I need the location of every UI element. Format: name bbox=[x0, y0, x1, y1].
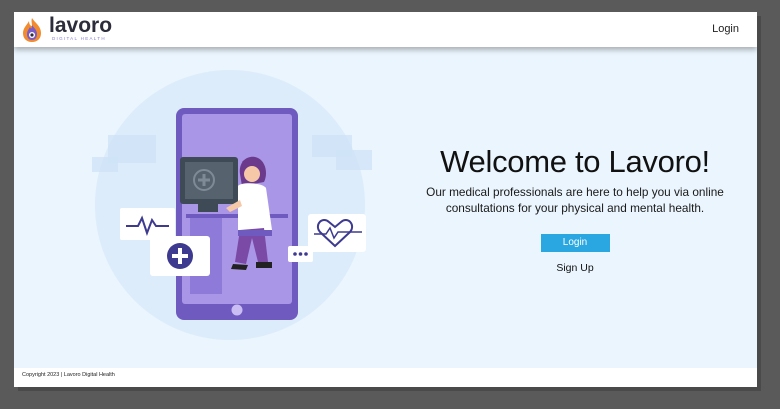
flame-logo-icon bbox=[23, 18, 41, 42]
page-footer: Copyright 2023 | Lavoro Digital Health bbox=[14, 368, 757, 387]
brand-logo[interactable]: lavoro DIGITAL HEALTH bbox=[21, 14, 121, 43]
desk-top bbox=[186, 214, 288, 218]
app-window: lavoro DIGITAL HEALTH Login Welcome to L… bbox=[14, 12, 757, 387]
hero-description-line: consultations for your physical and ment… bbox=[445, 201, 705, 215]
sign-up-link[interactable]: Sign Up bbox=[399, 262, 751, 274]
floating-panel bbox=[92, 157, 118, 172]
top-navigation-bar: lavoro DIGITAL HEALTH Login bbox=[14, 12, 757, 47]
brand-tagline: DIGITAL HEALTH bbox=[52, 36, 106, 41]
welcome-hero: Welcome to Lavoro! Our medical professio… bbox=[399, 142, 751, 274]
heartbeat-card bbox=[120, 208, 175, 240]
chat-dots-icon bbox=[293, 252, 308, 256]
chair-seat bbox=[238, 230, 272, 236]
hero-description: Our medical professionals are here to he… bbox=[399, 184, 751, 216]
header-login-link[interactable]: Login bbox=[712, 23, 739, 35]
copyright-text: Copyright 2023 | Lavoro Digital Health bbox=[22, 372, 115, 378]
brand-name: lavoro bbox=[49, 14, 113, 37]
phone-home-button bbox=[231, 304, 243, 316]
floating-panel bbox=[336, 150, 372, 170]
login-button[interactable]: Login bbox=[540, 234, 610, 252]
page-title: Welcome to Lavoro! bbox=[440, 144, 710, 179]
hero-description-line: Our medical professionals are here to he… bbox=[426, 185, 724, 199]
telehealth-illustration bbox=[92, 70, 372, 340]
